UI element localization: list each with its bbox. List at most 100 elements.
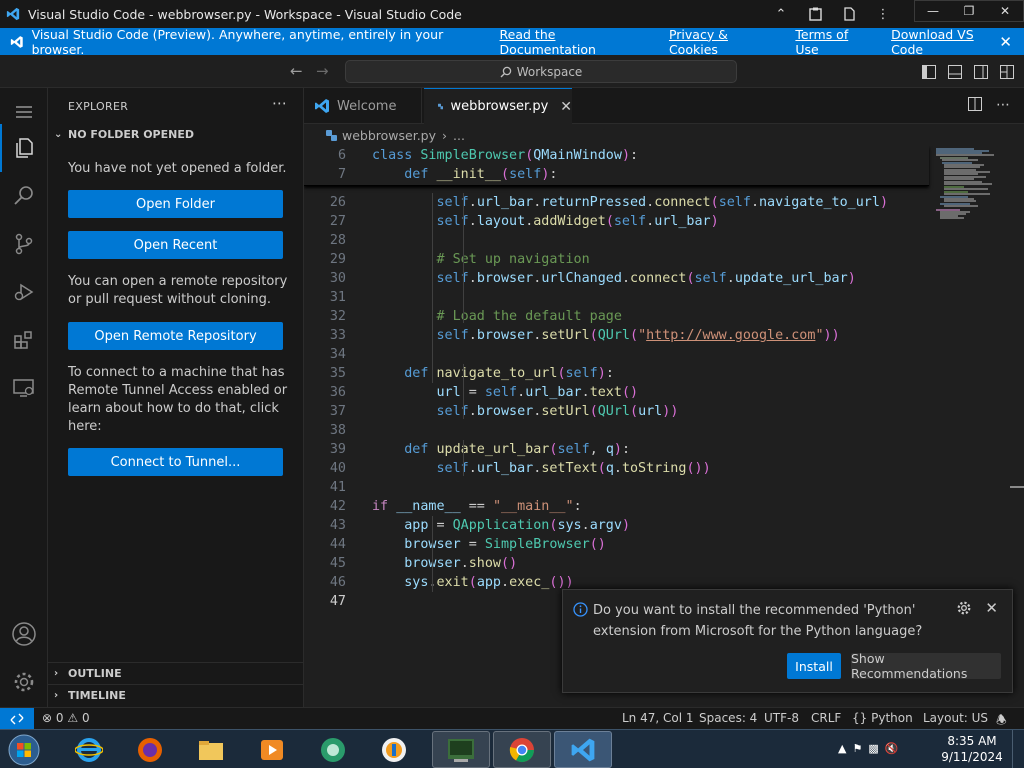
problems-indicator[interactable]: ⊗ 0 ⚠ 0 [42,711,90,725]
vscode-app[interactable] [554,731,612,768]
code-line[interactable]: 39 def update_url_bar(self, q): [304,440,924,459]
tab-welcome[interactable]: Welcome [304,88,422,124]
code-line[interactable]: 33 self.browser.setUrl(QUrl("http://www.… [304,326,924,345]
keyboard-layout[interactable]: Layout: US [923,711,988,725]
open-folder-button[interactable]: Open Folder [68,190,283,218]
file-explorer-app[interactable] [184,731,238,768]
code-line[interactable]: 32 # Load the default page [304,307,924,326]
show-hidden-icons[interactable]: ▲ [838,742,846,755]
extensions-icon[interactable] [0,316,48,364]
indentation[interactable]: Spaces: 4 [699,711,757,725]
line-number: 28 [329,233,346,248]
code-line[interactable]: 42 if __name__ == "__main__": [304,497,924,516]
sticky-scroll-header[interactable]: 6 class SimpleBrowser(QMainWindow): 7 def … [304,146,929,186]
code-line[interactable]: 29 # Set up navigation [304,250,924,269]
language-mode[interactable]: {} Python [852,711,913,725]
open-remote-repository-button[interactable]: Open Remote Repository [68,322,283,350]
firefox-app[interactable] [123,731,177,768]
split-editor-icon[interactable] [968,97,982,115]
indent-guide [463,440,464,476]
remote-explorer-icon[interactable] [0,364,48,412]
read-docs-link[interactable]: Read the Documentation [500,27,651,57]
privacy-link[interactable]: Privacy & Cookies [669,27,777,57]
line-number: 30 [329,271,346,286]
show-recommendations-button[interactable]: Show Recommendations [851,651,1001,681]
restore-button[interactable]: ❐ [951,1,987,21]
code-line[interactable]: 36 url = self.url_bar.text() [304,383,924,402]
download-link[interactable]: Download VS Code [891,27,1006,57]
terms-link[interactable]: Terms of Use [795,27,873,57]
encoding[interactable]: UTF-8 [764,711,799,725]
internet-explorer-app[interactable] [62,731,116,768]
install-button[interactable]: Install [787,653,841,679]
close-tab-icon[interactable]: ✕ [560,99,572,115]
media-player-app[interactable] [245,731,299,768]
account-icon[interactable] [0,610,48,658]
sticky-line[interactable]: 7 def __init__(self): [304,165,924,184]
sticky-line[interactable]: 6 class SimpleBrowser(QMainWindow): [304,146,924,165]
volume-muted-icon[interactable]: 🔇 [885,742,899,755]
code-line[interactable]: 45 browser.show() [304,554,924,573]
chevron-up-icon[interactable]: ⌃ [764,0,798,28]
terminal-app[interactable] [432,731,490,768]
gear-icon[interactable] [956,600,972,616]
toggle-panel-icon[interactable] [942,63,968,81]
breadcrumb-file[interactable]: webbrowser.py [342,128,436,143]
chrome-app[interactable] [493,731,551,768]
code-line[interactable]: 35 def navigate_to_url(self): [304,364,924,383]
flag-icon[interactable]: ⚑ [852,742,862,755]
tab-webbrowser-py[interactable]: webbrowser.py ✕ [424,88,572,124]
show-desktop-button[interactable] [1012,730,1024,768]
window-close-button[interactable]: ✕ [987,1,1023,21]
minimize-button[interactable]: — [915,1,951,21]
more-actions-icon[interactable]: ⋯ [272,94,287,112]
no-folder-section-header[interactable]: ⌄ NO FOLDER OPENED [54,128,194,141]
explorer-sidebar: EXPLORER ⋯ ⌄ NO FOLDER OPENED You have n… [48,88,304,707]
code-line[interactable]: 38 [304,421,924,440]
code-line[interactable]: 41 [304,478,924,497]
run-debug-icon[interactable] [0,268,48,316]
explorer-icon[interactable] [0,124,48,172]
code-line[interactable]: 30 self.browser.urlChanged.connect(self.… [304,269,924,288]
line-code: sys.exit(app.exec_()) [404,575,574,590]
customize-layout-icon[interactable] [994,63,1020,81]
more-vertical-icon[interactable]: ⋮ [866,0,900,28]
more-actions-icon[interactable]: ⋯ [996,97,1010,115]
manage-gear-icon[interactable] [0,658,48,706]
security-app[interactable] [367,731,421,768]
code-line[interactable]: 43 app = QApplication(sys.argv) [304,516,924,535]
open-recent-button[interactable]: Open Recent [68,231,283,259]
extensions-sync-icon[interactable] [832,0,866,28]
clipboard-icon[interactable] [798,0,832,28]
network-icon[interactable]: ▩ [868,742,878,755]
code-line[interactable]: 37 self.browser.setUrl(QUrl(url)) [304,402,924,421]
search-activity-icon[interactable] [0,172,48,220]
forward-arrow-icon[interactable]: → [316,62,329,80]
end-of-line[interactable]: CRLF [811,711,841,725]
back-arrow-icon[interactable]: ← [290,62,303,80]
outline-section-header[interactable]: › OUTLINE [48,662,303,684]
code-line[interactable]: 26 self.url_bar.returnPressed.connect(se… [304,193,924,212]
connect-to-tunnel-button[interactable]: Connect to Tunnel... [68,448,283,476]
system-clock[interactable]: 8:35 AM 9/11/2024 [940,733,1004,765]
breadcrumb-more[interactable]: ... [453,128,465,143]
toggle-secondary-sidebar-icon[interactable] [968,63,994,81]
code-line[interactable]: 34 [304,345,924,364]
close-icon[interactable]: ✕ [985,599,998,617]
chat-app[interactable] [306,731,360,768]
code-line[interactable]: 40 self.url_bar.setText(q.toString()) [304,459,924,478]
cursor-position[interactable]: Ln 47, Col 1 [622,711,694,725]
command-center-search[interactable]: Workspace [345,60,737,83]
toggle-sidebar-icon[interactable] [916,63,942,81]
status-bar: ⊗ 0 ⚠ 0 Ln 47, Col 1 Spaces: 4 UTF-8 CRL… [0,707,1024,729]
code-line[interactable]: 28 [304,231,924,250]
start-button[interactable] [4,731,44,768]
source-control-icon[interactable] [0,220,48,268]
timeline-section-header[interactable]: › TIMELINE [48,684,303,706]
code-line[interactable]: 27 self.layout.addWidget(self.url_bar) [304,212,924,231]
minimap[interactable] [934,146,1014,241]
remote-indicator[interactable] [0,708,34,729]
close-icon[interactable]: ✕ [999,33,1012,51]
code-line[interactable]: 31 [304,288,924,307]
code-line[interactable]: 44 browser = SimpleBrowser() [304,535,924,554]
